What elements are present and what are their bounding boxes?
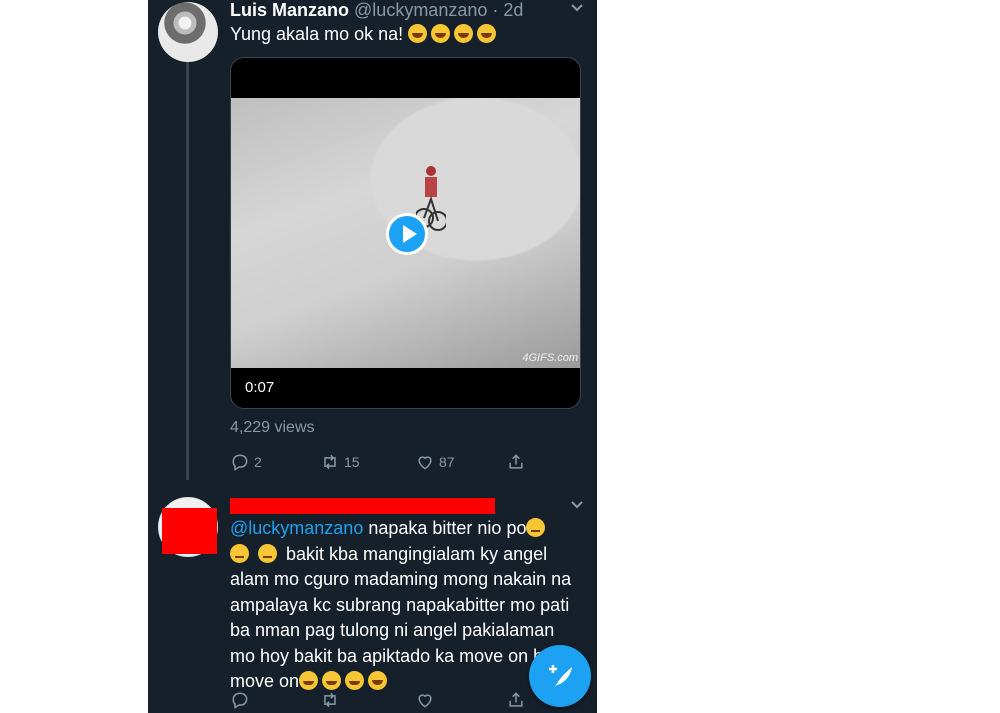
reply-icon (232, 692, 248, 709)
sweat-smile-emoji (368, 671, 388, 690)
laugh-cry-emoji (477, 24, 497, 43)
tweet-text-body: Yung akala mo ok na! (230, 24, 404, 44)
compose-tweet-button[interactable] (529, 645, 591, 707)
reply-text-part2: bakit kba mangingialam ky angel alam mo … (230, 543, 572, 692)
like-button[interactable] (415, 690, 439, 710)
reply-count: 2 (254, 454, 262, 470)
chevron-down-icon[interactable] (570, 497, 584, 516)
header-separator: · (492, 0, 499, 20)
eye-roll-emoji (526, 518, 546, 537)
retweet-icon (324, 692, 336, 708)
retweet-count: 15 (344, 454, 360, 470)
gif-video-player[interactable]: 4GIFS.com 0:07 (230, 57, 581, 409)
eye-roll-emoji (258, 543, 278, 563)
rofl-emoji (299, 671, 319, 690)
share-icon (509, 692, 523, 707)
laugh-cry-emoji (454, 24, 474, 43)
laugh-cry-emoji (431, 24, 451, 43)
reply-button[interactable]: 2 (230, 452, 262, 472)
reply-actions (230, 690, 570, 713)
timeline-panel: Luis Manzano @luckymanzano · 2d Yung aka… (148, 0, 597, 713)
like-icon (418, 456, 432, 470)
thread-connector-line (186, 62, 189, 480)
tweet-actions: 2 15 87 (230, 452, 570, 478)
play-icon[interactable] (386, 213, 428, 255)
tweet-header: Luis Manzano @luckymanzano · 2d (230, 0, 523, 21)
view-count: 4,229 views (230, 419, 315, 436)
name-redaction (230, 498, 495, 514)
share-button[interactable] (506, 452, 530, 472)
reply-icon (232, 454, 248, 471)
like-icon (418, 694, 432, 708)
avatar-redaction (162, 508, 217, 554)
mention-link[interactable]: @luckymanzano (230, 518, 363, 538)
avatar-luis-manzano[interactable] (158, 2, 218, 62)
retweet-button[interactable] (320, 690, 344, 710)
retweet-icon (324, 454, 336, 470)
like-button[interactable]: 87 (415, 452, 455, 472)
share-icon (509, 454, 523, 469)
tweet-text: Yung akala mo ok na! (230, 24, 500, 45)
share-button[interactable] (506, 690, 530, 710)
display-name[interactable]: Luis Manzano (230, 0, 349, 20)
user-handle[interactable]: @luckymanzano (354, 0, 487, 20)
tweet-time[interactable]: 2d (503, 0, 523, 20)
reply-text-part1: napaka bitter nio po (363, 518, 527, 538)
chevron-down-icon[interactable] (570, 0, 584, 19)
compose-tweet-icon (549, 665, 572, 687)
like-count: 87 (439, 454, 455, 470)
laugh-cry-emoji (408, 24, 428, 43)
eye-roll-emoji (230, 543, 249, 563)
video-duration: 0:07 (245, 379, 275, 396)
rofl-emoji (345, 671, 365, 690)
reply-button[interactable] (230, 690, 254, 710)
retweet-button[interactable]: 15 (320, 452, 360, 472)
rofl-emoji (322, 671, 342, 690)
gif-watermark: 4GIFS.com (522, 352, 578, 364)
